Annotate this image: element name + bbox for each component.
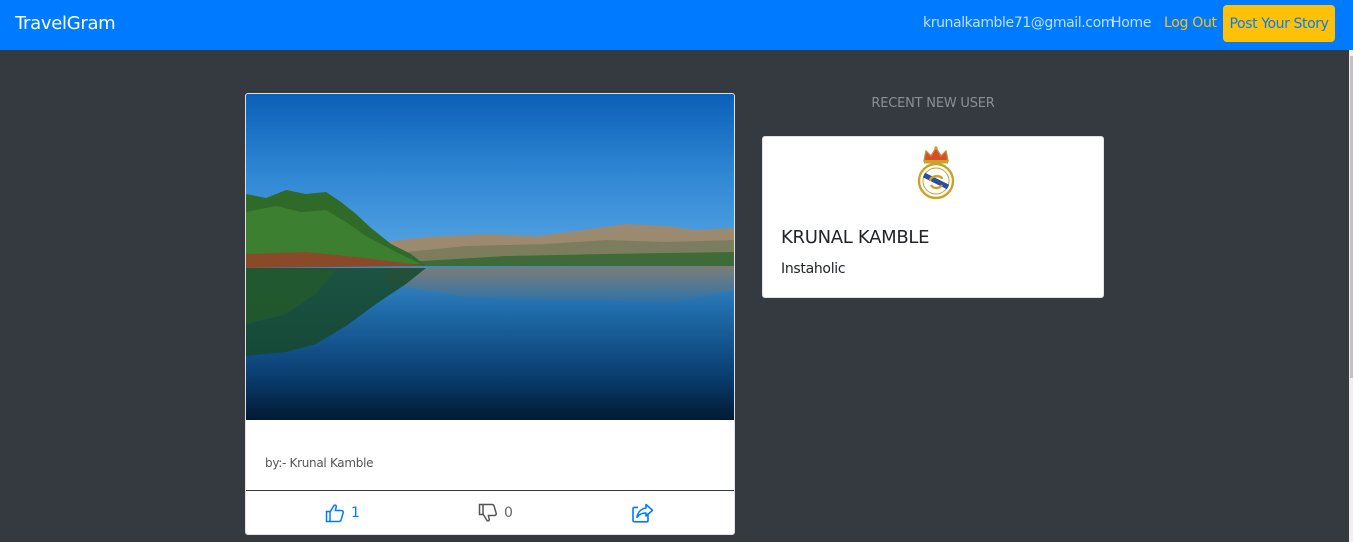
brand-logo[interactable]: TravelGram [15, 13, 116, 34]
post-your-story-button[interactable]: Post Your Story [1223, 5, 1335, 42]
dislike-count: 0 [504, 505, 513, 521]
recent-users-heading: RECENT NEW USER [871, 96, 995, 111]
user-name: KRUNAL KAMBLE [781, 227, 930, 248]
post-image [246, 94, 734, 420]
post-divider [246, 490, 734, 491]
post-card: by:- Krunal Kamble 1 0 [245, 93, 735, 535]
nav-home-link[interactable]: Home [1111, 15, 1151, 31]
dislike-button[interactable]: 0 [478, 502, 513, 524]
crest-logo-icon [917, 146, 955, 200]
logout-link[interactable]: Log Out [1164, 15, 1217, 31]
like-button[interactable]: 1 [325, 502, 360, 524]
thumbs-up-icon [325, 504, 344, 523]
thumbs-down-icon [478, 503, 497, 522]
user-card[interactable]: KRUNAL KAMBLE Instaholic [762, 136, 1104, 298]
user-email: krunalkamble71@gmail.com [923, 15, 1114, 31]
post-author: by:- Krunal Kamble [265, 456, 374, 470]
share-button[interactable] [632, 502, 654, 524]
user-bio: Instaholic [781, 261, 846, 277]
share-icon [632, 503, 654, 523]
navbar: TravelGram krunalkamble71@gmail.com Home… [0, 0, 1353, 50]
like-count: 1 [351, 505, 360, 521]
